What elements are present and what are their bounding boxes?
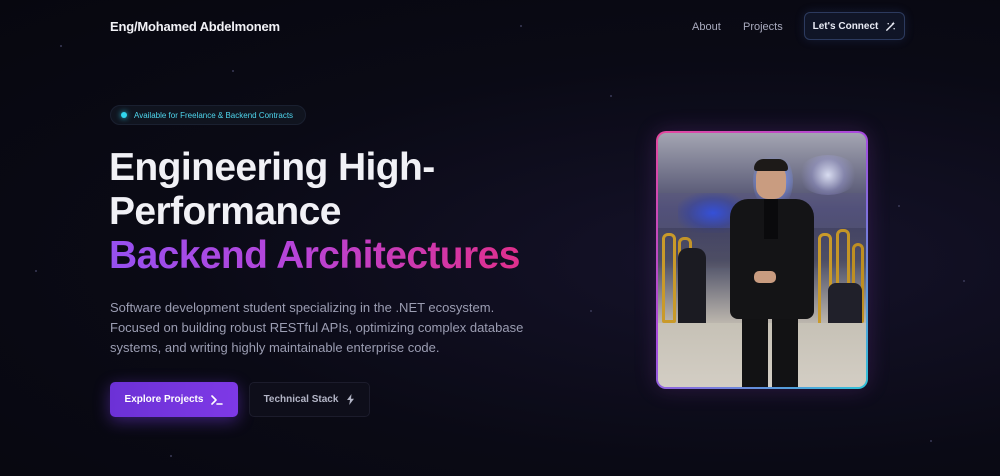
- profile-photo-frame: [656, 131, 868, 389]
- navbar: Eng/Mohamed Abdelmonem About Projects Le…: [0, 0, 1000, 54]
- background-star: [232, 70, 234, 72]
- background-star: [930, 440, 932, 442]
- explore-projects-label: Explore Projects: [124, 394, 204, 405]
- technical-stack-label: Technical Stack: [263, 394, 339, 405]
- hero-description: Software development student specializin…: [110, 300, 524, 355]
- status-dot-icon: [121, 112, 127, 118]
- background-star: [590, 310, 592, 312]
- hero-headline: Engineering High- Performance Backend Ar…: [109, 146, 520, 278]
- availability-badge: Available for Freelance & Backend Contra…: [110, 105, 307, 125]
- nav-link-projects[interactable]: Projects: [743, 21, 783, 33]
- availability-text: Available for Freelance & Backend Contra…: [134, 110, 294, 120]
- headline-line-1: Engineering High-: [109, 146, 435, 189]
- terminal-icon: [211, 394, 224, 405]
- nav-link-about[interactable]: About: [692, 21, 721, 33]
- lets-connect-button[interactable]: Let's Connect: [804, 12, 905, 40]
- profile-photo: [658, 133, 866, 387]
- background-star: [35, 270, 37, 272]
- explore-projects-button[interactable]: Explore Projects: [110, 382, 238, 417]
- lets-connect-label: Let's Connect: [812, 20, 879, 32]
- background-star: [170, 455, 172, 457]
- brand-logo[interactable]: Eng/Mohamed Abdelmonem: [110, 19, 280, 34]
- lightning-icon: [347, 394, 355, 405]
- background-star: [898, 205, 900, 207]
- background-star: [963, 280, 965, 282]
- technical-stack-button[interactable]: Technical Stack: [249, 382, 370, 417]
- magic-wand-icon: [886, 20, 896, 31]
- background-star: [610, 95, 612, 97]
- headline-line-2: Performance: [109, 190, 341, 233]
- headline-line-3-gradient: Backend Architectures: [109, 234, 520, 277]
